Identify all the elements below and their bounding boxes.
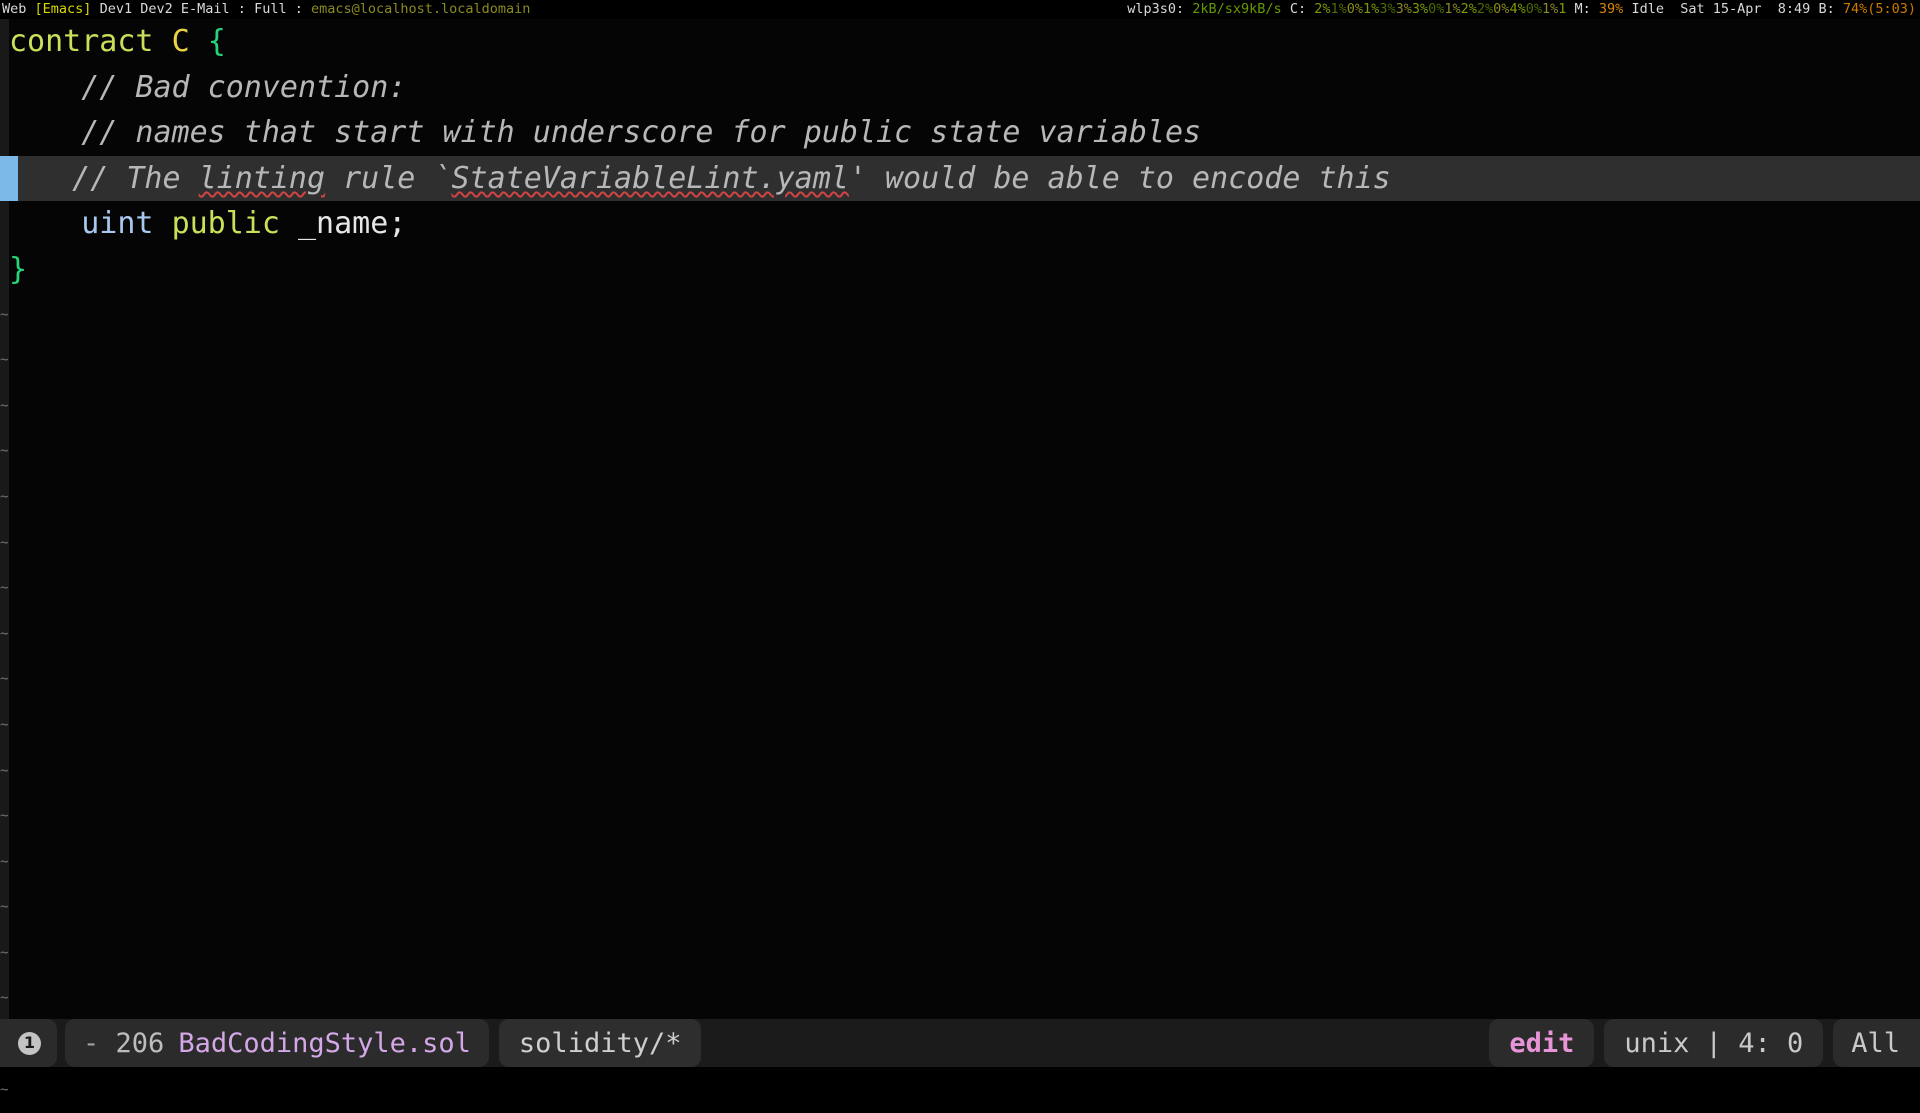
cpu-core-10: 2% bbox=[1476, 1, 1494, 17]
edit-state-segment[interactable]: edit bbox=[1489, 1019, 1595, 1067]
memory-label: M: bbox=[1574, 1, 1591, 17]
mode-line: 1 - 206 BadCodingStyle.sol solidity/* ed… bbox=[0, 1019, 1920, 1067]
code-line[interactable]: } bbox=[0, 247, 1920, 293]
workspace-web[interactable]: Web bbox=[2, 1, 26, 17]
code-token: { bbox=[207, 24, 226, 59]
code-token: // The bbox=[18, 160, 199, 196]
memory-value: 39% bbox=[1598, 1, 1624, 17]
code-token: contract bbox=[9, 24, 172, 59]
mode-line-spacer bbox=[701, 1019, 1490, 1067]
workspace-dev1[interactable]: Dev1 bbox=[100, 1, 133, 17]
code-token: uint bbox=[81, 206, 154, 242]
cpu-core-7: 0% bbox=[1428, 1, 1445, 17]
clock-label: 8:49 bbox=[1777, 1, 1811, 17]
code-token: _name; bbox=[279, 206, 407, 242]
separator: : bbox=[286, 1, 311, 17]
cpu-core-8: 1% bbox=[1444, 1, 1461, 17]
cpu-core-3: 1% bbox=[1363, 1, 1380, 17]
buffer-identification-segment[interactable]: - 206 BadCodingStyle.sol bbox=[65, 1019, 489, 1067]
cpu-core-4: 3% bbox=[1379, 1, 1396, 17]
idle-label: Idle bbox=[1631, 1, 1664, 17]
cpu-core-0: 2% bbox=[1314, 1, 1331, 17]
buffer-size-label: 206 bbox=[115, 1027, 165, 1059]
workspace-email[interactable]: E-Mail bbox=[181, 1, 230, 17]
cpu-label: C: bbox=[1289, 1, 1307, 17]
editor-area[interactable]: ~~~~~~~~~~~~~~~~~~ contract C { // Bad c… bbox=[0, 19, 1920, 1098]
network-upload-rate: x9kB/s bbox=[1232, 1, 1282, 17]
code-token: rule ` bbox=[325, 160, 452, 196]
text-cursor bbox=[0, 155, 18, 202]
layout-mode-label[interactable]: Full bbox=[254, 1, 287, 17]
workspace-emacs[interactable]: [Emacs] bbox=[35, 1, 92, 17]
code-token: StateVariableLint.yaml bbox=[451, 160, 849, 196]
top-bar-left-group: Web [Emacs] Dev1 Dev2 E-Mail : Full : em… bbox=[2, 0, 530, 19]
buffer-info-icon-segment[interactable]: 1 bbox=[0, 1019, 57, 1067]
top-status-bar: Web [Emacs] Dev1 Dev2 E-Mail : Full : em… bbox=[0, 0, 1920, 19]
date-label: Sat 15-Apr bbox=[1680, 1, 1762, 17]
workspace-dev2[interactable]: Dev2 bbox=[140, 1, 173, 17]
code-line[interactable]: uint public _name; bbox=[0, 201, 1920, 247]
buffer-file-name[interactable]: BadCodingStyle.sol bbox=[164, 1028, 471, 1059]
code-line[interactable]: contract C { bbox=[0, 19, 1920, 65]
code-buffer[interactable]: contract C { // Bad convention: // names… bbox=[0, 19, 1920, 1019]
coding-system-and-position-segment[interactable]: unix | 4: 0 bbox=[1604, 1019, 1824, 1067]
code-token: C bbox=[171, 24, 190, 59]
code-token: // Bad convention: bbox=[9, 69, 407, 105]
cpu-core-12: 4% bbox=[1509, 1, 1526, 17]
major-mode-segment[interactable]: solidity/* bbox=[498, 1019, 702, 1067]
code-token: linting bbox=[198, 160, 326, 196]
cpu-core-1: 1% bbox=[1330, 1, 1347, 17]
host-label: emacs@localhost.localdomain bbox=[310, 1, 531, 17]
battery-label: B: bbox=[1818, 1, 1835, 17]
network-interface-label: wlp3s0: bbox=[1127, 1, 1185, 17]
bottom-filler bbox=[0, 1067, 1920, 1080]
code-token: public bbox=[171, 206, 280, 242]
scroll-position-segment[interactable]: All bbox=[1833, 1019, 1920, 1067]
cpu-core-9: 2% bbox=[1460, 1, 1477, 17]
cpu-core-6: 3% bbox=[1411, 1, 1429, 17]
cpu-core-2: 0% bbox=[1346, 1, 1364, 17]
code-line[interactable]: // names that start with underscore for … bbox=[0, 110, 1920, 156]
separator: : bbox=[229, 1, 255, 17]
cpu-core-meters: 2%1%0%1%3%3%3%0%1%2%2%0%4%0%1%1 bbox=[1314, 1, 1566, 17]
cpu-core-14: 1% bbox=[1541, 1, 1559, 17]
cpu-core-5: 3% bbox=[1395, 1, 1412, 17]
info-circle-icon: 1 bbox=[18, 1031, 41, 1055]
cpu-core-11: 0% bbox=[1493, 1, 1510, 17]
modified-indicator: - bbox=[83, 1027, 100, 1059]
code-line[interactable]: // The linting rule `StateVariableLint.y… bbox=[0, 155, 1920, 202]
code-line[interactable]: // Bad convention: bbox=[0, 65, 1920, 111]
code-token: // names that start with underscore for … bbox=[9, 115, 1202, 151]
cpu-core-13: 0% bbox=[1525, 1, 1542, 17]
code-token: ' would be able to encode this bbox=[848, 160, 1391, 196]
top-bar-right-group: wlp3s0: 2kB/sx9kB/s C: 2%1%0%1%3%3%3%0%1… bbox=[1127, 0, 1916, 19]
network-download-rate: 2kB/s bbox=[1192, 1, 1233, 17]
battery-value: 74%(5:03) bbox=[1842, 1, 1916, 17]
code-token: } bbox=[9, 251, 28, 287]
